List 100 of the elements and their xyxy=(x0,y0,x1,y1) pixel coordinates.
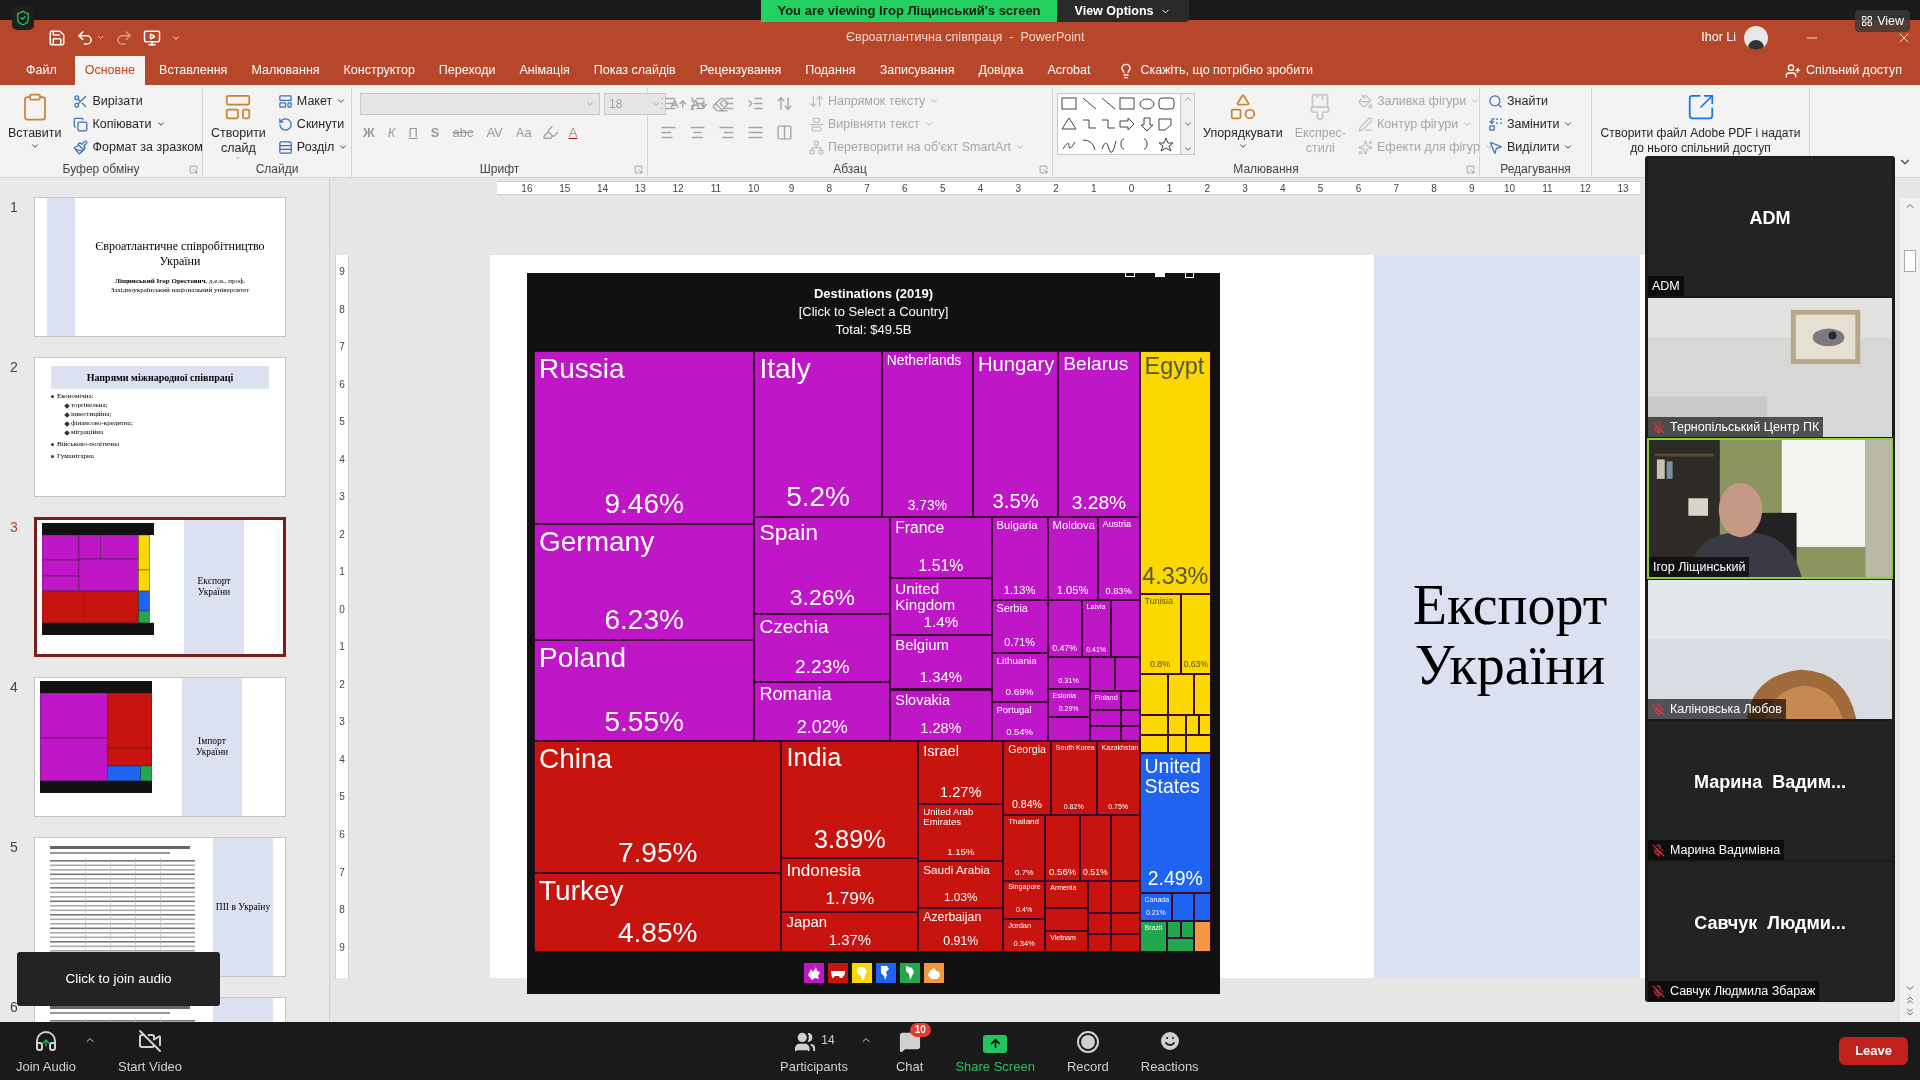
treemap-tile[interactable]: 0.63% xyxy=(1180,593,1211,674)
slide-thumbnail[interactable]: Імпорт України xyxy=(34,677,286,817)
align-left-icon[interactable] xyxy=(660,124,677,141)
treemap-tile[interactable]: Georgia 0.84% xyxy=(1003,741,1051,815)
video-tile[interactable]: Каліновська Любов xyxy=(1647,579,1893,720)
launcher-icon[interactable] xyxy=(634,165,643,174)
treemap-tile[interactable] xyxy=(1110,600,1140,658)
save-icon[interactable] xyxy=(48,28,66,47)
treemap-tile[interactable] xyxy=(1115,657,1140,691)
treemap-tile[interactable]: 0.56% xyxy=(1045,814,1081,882)
tell-me-field[interactable]: Скажіть, що потрібно зробити xyxy=(1140,61,1313,80)
ribbon-button[interactable]: Макет xyxy=(273,91,353,111)
ribbon-tab[interactable]: Основне xyxy=(74,56,146,85)
line-spacing-icon[interactable] xyxy=(776,95,793,112)
video-tile[interactable]: Тернопільський Центр ПК xyxy=(1647,297,1893,438)
font-name-field[interactable] xyxy=(360,93,600,115)
treemap-tile[interactable]: Russia 9.46% xyxy=(534,351,755,525)
treemap-tile[interactable] xyxy=(1110,881,1140,913)
treemap-tile[interactable]: Hungary 3.5% xyxy=(972,351,1059,517)
treemap-tile[interactable]: Indonesia 1.79% xyxy=(781,858,919,912)
treemap-tile[interactable]: Lithuania 0.69% xyxy=(991,652,1048,702)
treemap-tile[interactable]: Spain 3.26% xyxy=(754,516,891,614)
ribbon-tab[interactable]: Переходи xyxy=(428,56,506,85)
treemap-tile[interactable]: Netherlands 3.73% xyxy=(881,351,973,517)
ribbon-tab[interactable]: Показ слайдів xyxy=(583,56,686,85)
view-options-button[interactable]: View Options xyxy=(1056,0,1189,22)
treemap-tile[interactable]: Romania 2.02% xyxy=(754,681,891,742)
treemap-tile[interactable]: Serbia 0.71% xyxy=(991,600,1048,653)
treemap-tile[interactable] xyxy=(1199,715,1211,736)
treemap-tile[interactable]: Tunisia 0.8% xyxy=(1139,593,1181,674)
launcher-icon[interactable] xyxy=(1039,165,1048,174)
treemap-tile[interactable] xyxy=(1088,881,1111,913)
scrollbar-thumb[interactable] xyxy=(1904,250,1916,272)
ribbon-tab[interactable]: Подання xyxy=(795,56,866,85)
launcher-icon[interactable] xyxy=(189,165,198,174)
launcher-icon[interactable] xyxy=(1466,165,1475,174)
toolbar-button[interactable]: 14 Participants xyxy=(772,1026,856,1076)
ribbon-tab[interactable]: Довідка xyxy=(968,56,1034,85)
treemap-tile[interactable] xyxy=(1186,735,1211,753)
video-tile[interactable]: Ігор Ліщинський xyxy=(1647,438,1893,579)
redo-icon[interactable] xyxy=(115,28,133,47)
download-icon[interactable] xyxy=(1125,271,1135,277)
ribbon-button[interactable]: Вставити xyxy=(4,88,66,160)
ribbon-button[interactable]: Розділ xyxy=(273,137,353,157)
treemap-tile[interactable]: India 3.89% xyxy=(781,741,919,859)
expand-icon[interactable] xyxy=(1182,144,1193,154)
treemap-tile[interactable]: Poland 5.55% xyxy=(534,639,755,742)
ribbon-button[interactable]: Формат за зразком xyxy=(69,137,207,157)
toolbar-button[interactable]: Reactions xyxy=(1132,1026,1207,1076)
ribbon-tab[interactable]: Записування xyxy=(869,56,965,85)
ribbon-tab[interactable]: Конструктор xyxy=(333,56,425,85)
ribbon-button[interactable]: Вирізати xyxy=(69,91,207,111)
video-tile[interactable]: Марина Вадим... Марина Вадимівна xyxy=(1647,720,1893,861)
previous-slide-icon[interactable] xyxy=(1904,994,1916,1006)
treemap-tile[interactable] xyxy=(1186,715,1200,736)
region-filter-icon[interactable] xyxy=(803,963,824,983)
treemap-tile[interactable] xyxy=(1110,814,1140,882)
slide-thumbnail[interactable]: Експорт України xyxy=(34,517,286,657)
ribbon-button[interactable]: Створити слайд xyxy=(207,88,270,160)
video-tile[interactable]: Савчук Людми... Савчук Людмила Збараж xyxy=(1647,861,1893,1002)
caret-icon[interactable] xyxy=(96,33,105,42)
scroll-down-icon[interactable] xyxy=(1182,119,1193,129)
treemap-tile[interactable]: Portugal 0.54% xyxy=(991,701,1048,742)
indent-decrease-icon[interactable] xyxy=(718,95,735,112)
ribbon-tab[interactable]: Вставлення xyxy=(149,56,238,85)
ribbon-tab[interactable]: Анімація xyxy=(509,56,580,85)
treemap-tile[interactable]: United States 2.49% xyxy=(1139,752,1211,894)
treemap-tile[interactable]: United Arab Emirates 1.15% xyxy=(918,803,1004,862)
columns-icon[interactable] xyxy=(776,124,793,141)
ribbon-button[interactable]: Скинути xyxy=(273,114,353,134)
region-filter-icon[interactable] xyxy=(875,963,896,983)
toolbar-button[interactable]: Record xyxy=(1058,1026,1117,1076)
align-justify-icon[interactable] xyxy=(747,124,764,141)
treemap-tile[interactable] xyxy=(1172,893,1194,921)
treemap-tile[interactable]: Germany 6.23% xyxy=(534,524,755,640)
ribbon-button[interactable]: Упорядкувати xyxy=(1199,88,1287,160)
toolbar-button[interactable]: Join Audio xyxy=(8,1026,84,1076)
view-button[interactable]: View xyxy=(1855,10,1910,32)
ribbon-button[interactable]: Копіювати xyxy=(69,114,207,134)
treemap-tile[interactable]: Moldova 1.05% xyxy=(1047,516,1098,601)
treemap-tile[interactable]: Thailand 0.7% xyxy=(1003,814,1046,882)
ribbon-tab[interactable]: Acrobat xyxy=(1037,56,1101,85)
treemap-tile[interactable] xyxy=(1139,715,1168,736)
treemap-tile[interactable]: Egypt 4.33% xyxy=(1139,351,1211,594)
ribbon-tab[interactable]: Файл xyxy=(16,56,67,85)
treemap-tile[interactable] xyxy=(1045,908,1089,932)
treemap-tile[interactable] xyxy=(1089,657,1116,691)
treemap-tile[interactable]: Japan 1.37% xyxy=(781,911,919,953)
leave-button[interactable]: Leave xyxy=(1839,1037,1908,1065)
eraser-icon[interactable] xyxy=(712,95,729,113)
align-right-icon[interactable] xyxy=(718,124,735,141)
treemap-chart[interactable] xyxy=(527,273,1220,994)
undo-icon[interactable] xyxy=(76,28,94,47)
treemap-tile[interactable]: Slovakia 1.28% xyxy=(890,689,992,742)
treemap-tile[interactable]: Turkey 4.85% xyxy=(534,873,782,953)
treemap-tile[interactable]: Bulgaria 1.13% xyxy=(991,516,1048,601)
toolbar-button[interactable]: Start Video xyxy=(110,1026,191,1076)
treemap-tile[interactable]: China 7.95% xyxy=(534,741,782,873)
treemap-tile[interactable]: Belarus 3.28% xyxy=(1058,351,1140,517)
treemap-tile[interactable]: Saudi Arabia 1.03% xyxy=(918,861,1004,908)
